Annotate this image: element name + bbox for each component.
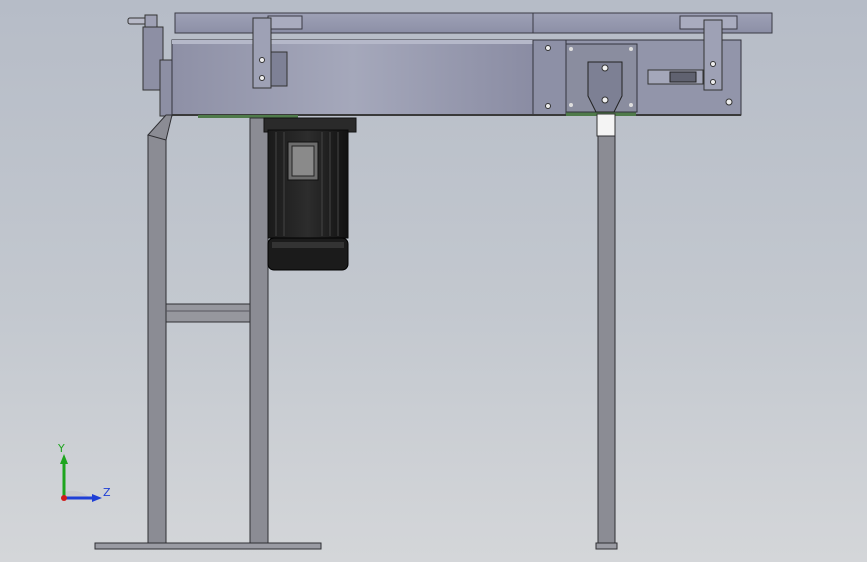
cross-brace[interactable] — [165, 303, 251, 323]
z-axis-arrow-icon — [92, 494, 102, 502]
graphics-viewport[interactable]: Y Z — [0, 0, 867, 562]
tension-handle[interactable] — [127, 14, 173, 117]
support-legs[interactable] — [147, 114, 618, 550]
triad-y-label: Y — [58, 442, 65, 455]
y-axis-arrow-icon — [60, 454, 68, 464]
triad-z-label: Z — [103, 486, 111, 499]
conveyor-model[interactable] — [0, 0, 867, 562]
drive-end-plate[interactable] — [565, 43, 638, 137]
drive-motor[interactable] — [263, 117, 357, 271]
x-axis-dot-icon — [61, 495, 67, 501]
base-plate[interactable] — [94, 542, 322, 550]
